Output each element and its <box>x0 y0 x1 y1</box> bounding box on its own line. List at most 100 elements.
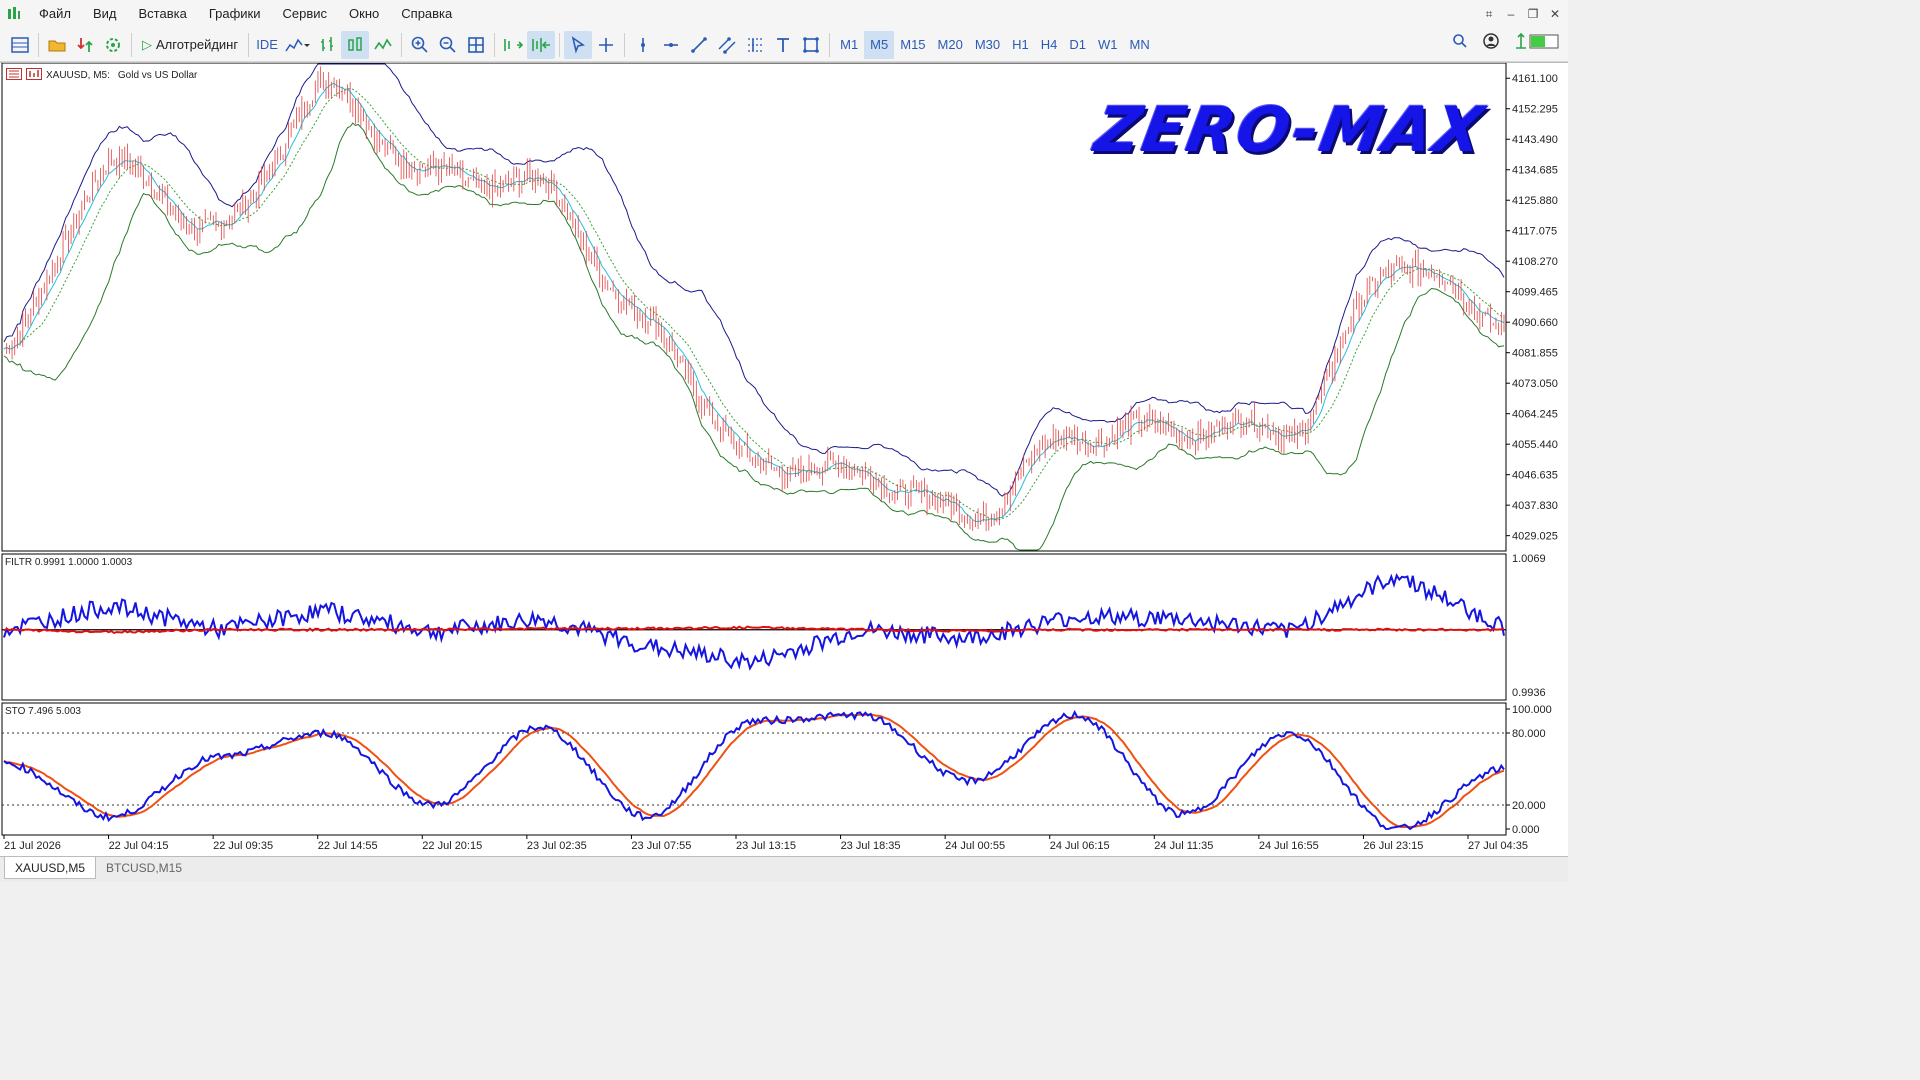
window-controls: ⌗ – ❐ ✕ <box>1482 0 1562 28</box>
sto-main-line <box>3 709 1505 831</box>
account-icon[interactable] <box>1482 32 1500 53</box>
menu-view[interactable]: Вид <box>82 0 128 28</box>
symbol-header: XAUUSD, M5: Gold vs US Dollar <box>6 68 197 83</box>
price-tick-label: 4161.100 <box>1512 73 1558 85</box>
time-tick-label: 21 Jul 2026 <box>4 840 61 852</box>
tab-xauusd-m5[interactable]: XAUUSD,M5 <box>4 857 97 879</box>
text-icon[interactable] <box>769 31 797 59</box>
crosshair-icon[interactable] <box>592 31 620 59</box>
tile-windows-icon[interactable] <box>462 31 490 59</box>
price-tick-label: 4064.245 <box>1512 409 1558 421</box>
chart-shift-icon[interactable] <box>527 30 556 59</box>
toolbar-divider <box>559 32 561 57</box>
price-tick-label: 4152.295 <box>1512 104 1558 116</box>
menu-help[interactable]: Справка <box>390 0 463 28</box>
zoom-out-icon[interactable] <box>434 31 462 59</box>
timeframe-w1[interactable]: W1 <box>1092 31 1124 59</box>
bar-chart-icon[interactable] <box>313 31 341 59</box>
symbol-label: XAUUSD, M5: <box>46 70 110 81</box>
fibonacci-icon[interactable] <box>741 31 769 59</box>
toolbar-divider <box>38 32 39 57</box>
chart-window[interactable]: 4161.100 4152.295 4143.490 4134.685 4125.880… <box>0 62 1568 856</box>
watermark-text: ZERO-MAX <box>1089 93 1491 166</box>
channel-icon[interactable] <box>713 31 741 59</box>
sto-signal-line <box>3 713 1505 829</box>
chart-list-icon[interactable] <box>6 68 22 83</box>
ide-button[interactable]: IDE <box>253 31 281 59</box>
line-chart-icon[interactable] <box>369 31 397 59</box>
timeframe-d1[interactable]: D1 <box>1063 31 1092 59</box>
algo-trading-label: Алготрейдинг <box>156 37 239 52</box>
open-folder-icon[interactable] <box>43 31 71 59</box>
toolbar-divider <box>131 32 132 57</box>
chart-canvas[interactable]: 4161.100 4152.295 4143.490 4134.685 4125.880… <box>0 63 1568 857</box>
signal-strength-icon[interactable] <box>1514 31 1560 54</box>
search-icon[interactable] <box>1452 33 1468 52</box>
price-tick-label: 4090.660 <box>1512 317 1558 329</box>
new-chart-icon[interactable] <box>6 31 34 59</box>
filtr-tick-label: 0.9936 <box>1512 687 1546 699</box>
horizontal-line-icon[interactable] <box>657 31 685 59</box>
toolbar: ▷ Алготрейдинг IDE M1 M5 M15 M20 M30 H1 … <box>0 28 1568 62</box>
price-tick-label: 4108.270 <box>1512 256 1558 268</box>
chart-type-icon[interactable] <box>26 68 42 83</box>
lower-band-line <box>3 122 1505 551</box>
price-tick-label: 4029.025 <box>1512 531 1558 543</box>
price-tick-label: 4143.490 <box>1512 134 1558 146</box>
restore-icon[interactable]: ❐ <box>1526 7 1540 21</box>
price-tick-label: 4055.440 <box>1512 439 1558 451</box>
zoom-in-icon[interactable] <box>406 31 434 59</box>
pin-icon[interactable]: ⌗ <box>1482 7 1496 22</box>
sto-tick-label: 100.000 <box>1512 704 1552 716</box>
price-tick-label: 4117.075 <box>1512 226 1557 238</box>
timeframe-m1[interactable]: M1 <box>834 31 864 59</box>
timeframe-h4[interactable]: H4 <box>1035 31 1064 59</box>
vertical-line-icon[interactable] <box>629 31 657 59</box>
timeframe-h1[interactable]: H1 <box>1006 31 1035 59</box>
algo-trading-button[interactable]: ▷ Алготрейдинг <box>136 31 244 59</box>
time-tick-label: 23 Jul 18:35 <box>841 840 901 852</box>
time-tick-label: 23 Jul 13:15 <box>736 840 796 852</box>
menu-charts[interactable]: Графики <box>198 0 272 28</box>
candlestick-icon[interactable] <box>341 30 370 59</box>
trendline-icon[interactable] <box>685 31 713 59</box>
sto-tick-label: 80.000 <box>1512 728 1546 740</box>
shapes-icon[interactable] <box>797 31 825 59</box>
time-tick-label: 23 Jul 07:55 <box>631 840 691 852</box>
close-icon[interactable]: ✕ <box>1548 7 1562 21</box>
minimize-icon[interactable]: – <box>1504 7 1518 21</box>
time-tick-label: 22 Jul 04:15 <box>109 840 169 852</box>
time-tick-label: 24 Jul 16:55 <box>1259 840 1319 852</box>
market-watch-icon[interactable] <box>71 31 99 59</box>
timeframe-m15[interactable]: M15 <box>894 31 931 59</box>
price-tick-label: 4037.830 <box>1512 500 1558 512</box>
time-tick-label: 22 Jul 20:15 <box>422 840 482 852</box>
timeframe-m5[interactable]: M5 <box>864 30 895 59</box>
cursor-icon[interactable] <box>564 30 593 59</box>
filtr-indicator-label: FILTR 0.9991 1.0000 1.0003 <box>5 557 133 568</box>
timeframe-mn[interactable]: MN <box>1124 31 1156 59</box>
sto-tick-label: 20.000 <box>1512 800 1546 812</box>
price-tick-label: 4099.465 <box>1512 287 1558 299</box>
time-tick-label: 22 Jul 09:35 <box>213 840 273 852</box>
auto-scroll-icon[interactable] <box>499 31 527 59</box>
tab-btcusd-m15[interactable]: BTCUSD,M15 <box>96 857 192 879</box>
time-tick-label: 24 Jul 06:15 <box>1050 840 1110 852</box>
menu-window[interactable]: Окно <box>338 0 390 28</box>
timeframe-m20[interactable]: M20 <box>932 31 969 59</box>
toolbar-divider <box>248 32 250 57</box>
time-tick-label: 24 Jul 11:35 <box>1154 840 1213 852</box>
time-tick-label: 24 Jul 00:55 <box>945 840 1005 852</box>
menu-tools[interactable]: Сервис <box>272 0 339 28</box>
symbol-description: Gold vs US Dollar <box>117 70 198 81</box>
strategy-tester-icon[interactable] <box>99 31 127 59</box>
menu-bar: Файл Вид Вставка Графики Сервис Окно Спр… <box>0 0 1568 28</box>
price-tick-label: 4125.880 <box>1512 195 1558 207</box>
toolbar-right <box>1452 31 1560 54</box>
indicators-dropdown-icon[interactable] <box>281 31 313 59</box>
menu-file[interactable]: Файл <box>28 0 82 28</box>
filtr-tick-label: 1.0069 <box>1512 553 1546 565</box>
menu-insert[interactable]: Вставка <box>128 0 198 28</box>
timeframe-m30[interactable]: M30 <box>969 31 1006 59</box>
time-tick-label: 27 Jul 04:35 <box>1468 840 1528 852</box>
